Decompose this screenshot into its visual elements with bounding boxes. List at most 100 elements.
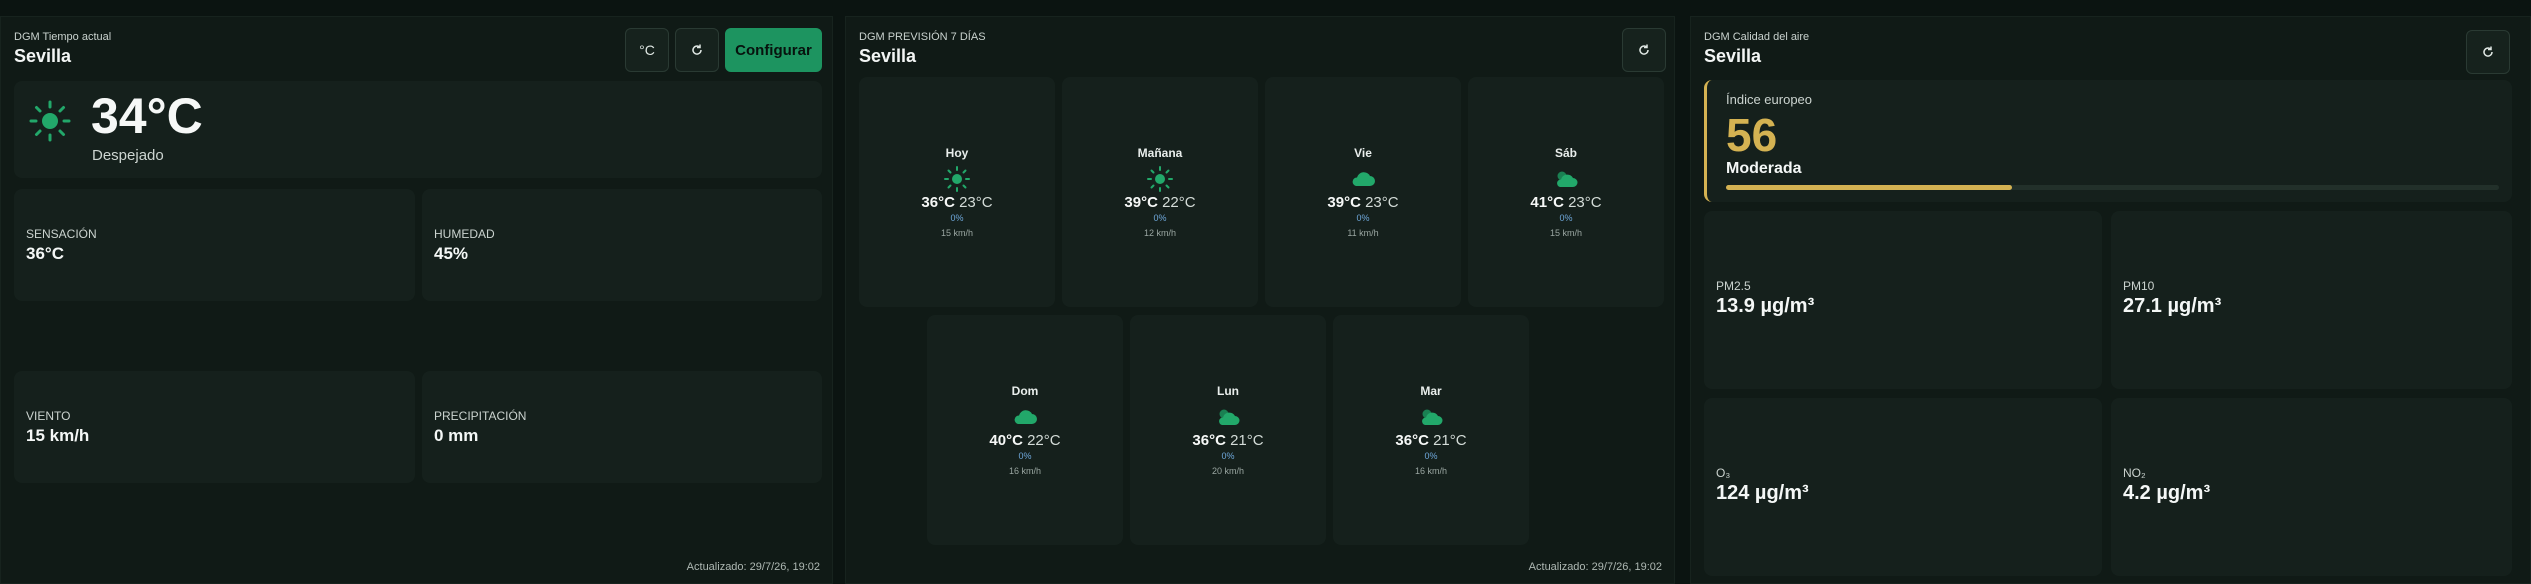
forecast-day-temps: 39°C 23°C — [1265, 194, 1461, 211]
air-source-label: DGM Calidad del aire — [1704, 31, 1810, 43]
humidity-card: Humedad 45% — [422, 189, 822, 301]
forecast-day-max: 36°C — [1192, 432, 1226, 449]
forecast-day-precip: 0% — [1153, 213, 1167, 223]
o3-value: 124 µg/m³ — [1716, 482, 1809, 504]
cloud-icon — [1352, 172, 1375, 186]
forecast-city-title: Sevilla — [859, 46, 917, 66]
o3-label: O₃ — [1716, 466, 1731, 480]
partly-cloudy-icon — [1557, 171, 1578, 187]
forecast-day-name: Mañana — [1137, 146, 1183, 160]
pm25-card: PM2.5 13.9 µg/m³ — [1704, 211, 2102, 389]
forecast-day-precip: 0% — [1221, 451, 1235, 461]
precipitation-label: Precipitación — [434, 409, 527, 423]
no2-value: 4.2 µg/m³ — [2123, 482, 2211, 504]
forecast-day-wind: 20 km/h — [1211, 466, 1244, 476]
index-level: Moderada — [1726, 160, 1802, 177]
forecast-refresh-button[interactable] — [1622, 28, 1666, 72]
partly-cloudy-icon — [1422, 409, 1443, 425]
cloud-icon — [1014, 410, 1037, 424]
forecast-day-max: 41°C — [1530, 194, 1564, 211]
index-bar-fill — [1726, 185, 2012, 190]
forecast-day-temps: 41°C 23°C — [1468, 194, 1664, 211]
forecast-day-temps: 36°C 23°C — [859, 194, 1055, 211]
feels-like-label: Sensación — [26, 227, 97, 241]
sun-icon — [1147, 166, 1173, 192]
current-updated-timestamp: Actualizado: 29/7/26, 19:02 — [686, 561, 820, 573]
refresh-icon — [2483, 46, 2493, 57]
current-city-title: Sevilla — [14, 46, 72, 66]
o3-card: O₃ 124 µg/m³ — [1704, 398, 2102, 576]
forecast-updated-timestamp: Actualizado: 29/7/26, 19:02 — [1528, 561, 1662, 573]
forecast-day-min: 22°C — [1162, 194, 1196, 211]
forecast-day-wind: 11 km/h — [1347, 228, 1379, 238]
sun-icon — [944, 166, 970, 192]
pm10-value: 27.1 µg/m³ — [2123, 295, 2222, 317]
forecast-day-precip: 0% — [1018, 451, 1032, 461]
feels-like-value: 36°C — [26, 244, 64, 263]
forecast-day-min: 21°C — [1230, 432, 1264, 449]
current-refresh-button[interactable] — [675, 28, 719, 72]
forecast-day-min: 23°C — [959, 194, 993, 211]
humidity-value: 45% — [434, 244, 469, 263]
forecast-day-wind: 12 km/h — [1143, 228, 1176, 238]
forecast-day-precip: 0% — [1559, 213, 1573, 223]
forecast-day-max: 36°C — [921, 194, 955, 211]
forecast-day-wind: 15 km/h — [940, 228, 973, 238]
wind-card: Viento 15 km/h — [14, 371, 415, 483]
forecast-panel: DGM PREVISIÓN 7 DÍAS Sevilla Hoy 36°C 23°… — [845, 16, 1675, 584]
no2-card: NO₂ 4.2 µg/m³ — [2111, 398, 2512, 576]
pm10-label: PM10 — [2123, 279, 2155, 293]
forecast-day-wind: 16 km/h — [1008, 466, 1041, 476]
forecast-day-card: Hoy 36°C 23°C 0% 15 km/h — [859, 77, 1055, 307]
forecast-day-card: Lun 36°C 21°C 0% 20 km/h — [1130, 315, 1326, 545]
forecast-day-card: Mañana 39°C 22°C 0% 12 km/h — [1062, 77, 1258, 307]
forecast-day-max: 39°C — [1327, 194, 1361, 211]
configure-button[interactable]: Configurar — [725, 28, 822, 72]
air-refresh-button[interactable] — [2466, 30, 2510, 74]
sun-icon — [29, 100, 71, 142]
forecast-day-name: Vie — [1354, 146, 1372, 160]
air-city-title: Sevilla — [1704, 46, 1762, 66]
pm25-label: PM2.5 — [1716, 279, 1751, 293]
forecast-day-precip: 0% — [1356, 213, 1370, 223]
forecast-day-name: Sáb — [1554, 146, 1577, 160]
pm25-value: 13.9 µg/m³ — [1716, 295, 1815, 317]
forecast-day-min: 22°C — [1027, 432, 1061, 449]
forecast-day-wind: 16 km/h — [1414, 466, 1447, 476]
forecast-day-min: 21°C — [1433, 432, 1467, 449]
refresh-icon — [692, 44, 702, 55]
precipitation-card: Precipitación 0 mm — [422, 371, 822, 483]
forecast-day-temps: 36°C 21°C — [1333, 432, 1529, 449]
current-condition: Despejado — [92, 147, 164, 164]
forecast-day-name: Hoy — [945, 146, 969, 160]
forecast-day-card: Sáb 41°C 23°C 0% 15 km/h — [1468, 77, 1664, 307]
forecast-day-name: Mar — [1420, 384, 1442, 398]
current-source-label: DGM Tiempo actual — [14, 31, 112, 43]
no2-label: NO₂ — [2123, 466, 2146, 480]
forecast-day-name: Dom — [1011, 384, 1039, 398]
index-bar-track — [1726, 185, 2499, 190]
forecast-day-temps: 40°C 22°C — [927, 432, 1123, 449]
forecast-day-min: 23°C — [1568, 194, 1602, 211]
current-conditions-card: 34°C Despejado — [14, 81, 822, 178]
unit-toggle-button[interactable]: °C — [625, 28, 669, 72]
feels-like-card: Sensación 36°C — [14, 189, 415, 301]
forecast-day-name: Lun — [1217, 384, 1239, 398]
pm10-card: PM10 27.1 µg/m³ — [2111, 211, 2512, 389]
european-index-card: Índice europeo 56 Moderada — [1704, 80, 2512, 202]
air-quality-panel: DGM Calidad del aire Sevilla Índice euro… — [1690, 16, 2531, 584]
partly-cloudy-icon — [1219, 409, 1240, 425]
forecast-day-temps: 36°C 21°C — [1130, 432, 1326, 449]
forecast-day-max: 39°C — [1124, 194, 1158, 211]
forecast-day-precip: 0% — [950, 213, 964, 223]
wind-label: Viento — [26, 409, 71, 423]
wind-value: 15 km/h — [26, 426, 90, 445]
index-label: Índice europeo — [1726, 92, 1813, 107]
forecast-day-min: 23°C — [1365, 194, 1399, 211]
index-value: 56 — [1726, 109, 1778, 161]
forecast-day-wind: 15 km/h — [1549, 228, 1582, 238]
forecast-day-card: Mar 36°C 21°C 0% 16 km/h — [1333, 315, 1529, 545]
current-temperature: 34°C — [91, 88, 203, 144]
precipitation-value: 0 mm — [434, 426, 479, 445]
refresh-icon — [1639, 44, 1649, 55]
